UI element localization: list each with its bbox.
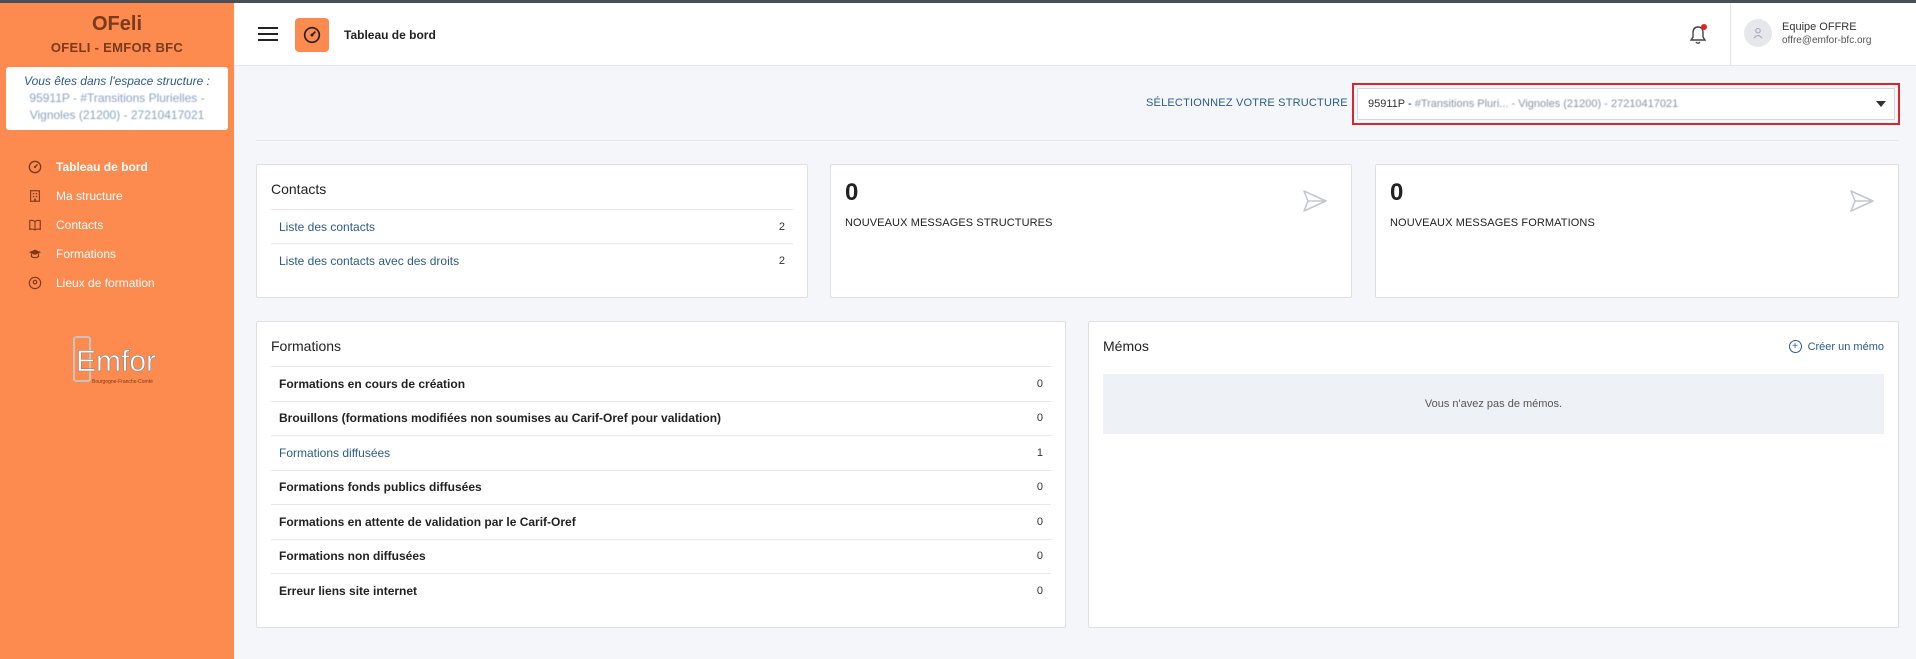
sidebar-item-label: Lieux de formation — [56, 275, 155, 290]
notification-dot — [1701, 24, 1707, 30]
formations-row-label: Formations fonds publics diffusées — [279, 480, 482, 495]
send-icon — [1850, 190, 1874, 212]
sidebar-nav: Tableau de bord Ma structure Contacts Fo… — [0, 152, 234, 297]
page-title: Tableau de bord — [344, 28, 436, 42]
formations-row-label: Formations en attente de validation par … — [279, 514, 576, 529]
sidebar: OFeli OFELI - EMFOR BFC Vous êtes dans l… — [0, 3, 234, 659]
formations-card-title: Formations — [271, 338, 342, 354]
current-structure-value: 95911P - #Transitions Plurielles - Vigno… — [29, 91, 205, 122]
building-icon — [28, 189, 42, 203]
location-pin-icon — [28, 276, 42, 290]
count-value: 0 — [1036, 515, 1043, 528]
list-item[interactable]: Brouillons (formations modifiées non sou… — [271, 400, 1051, 436]
sidebar-item-contacts[interactable]: Contacts — [0, 210, 234, 239]
top-header: Tableau de bord Equipe OFFRE offre@emfor… — [234, 3, 1916, 66]
sidebar-item-tableau-de-bord[interactable]: Tableau de bord — [0, 152, 234, 181]
logo-text: Emfor — [76, 345, 156, 378]
formations-row-label: Brouillons (formations modifiées non sou… — [279, 411, 722, 426]
list-item[interactable]: Formations fonds publics diffusées 0 — [271, 469, 1051, 505]
plus-circle-icon: + — [1788, 340, 1802, 353]
count-value: 2 — [778, 254, 785, 267]
contacts-card-title: Contacts — [271, 181, 327, 197]
message-caption: NOUVEAUX MESSAGES STRUCTURES — [845, 217, 1053, 229]
formation-messages-card[interactable]: 0 NOUVEAUX MESSAGES FORMATIONS — [1375, 164, 1899, 298]
structure-select-value-prefix: 95911P - — [1368, 98, 1412, 110]
count-value: 0 — [1036, 377, 1043, 390]
dashboard-app-icon — [295, 18, 329, 52]
structure-select[interactable]: 95911P - #Transitions Pluri... - Vignole… — [1357, 88, 1895, 120]
create-memo-label: Créer un mémo — [1807, 340, 1884, 353]
formations-row-label: Erreur liens site internet — [279, 583, 418, 598]
user-name: Equipe OFFRE — [1782, 20, 1857, 33]
notification-bell-icon[interactable] — [1688, 24, 1708, 46]
count-value: 0 — [1036, 412, 1043, 425]
sidebar-item-label: Formations — [56, 246, 117, 261]
list-item: Liste des contacts 2 — [271, 209, 793, 243]
list-item[interactable]: Formations diffusées 1 — [271, 435, 1051, 470]
message-count: 0 — [1390, 179, 1404, 206]
structure-select-highlight: 95911P - #Transitions Pluri... - Vignole… — [1352, 83, 1900, 125]
user-email: offre@emfor-bfc.org — [1782, 34, 1872, 46]
send-icon — [1303, 190, 1327, 212]
avatar — [1744, 19, 1772, 47]
structure-select-value: #Transitions Pluri... - Vignoles (21200)… — [1414, 98, 1679, 110]
logo-subtext: Bourgogne-Franche-Comté — [92, 379, 153, 385]
list-item: Liste des contacts avec des droits 2 — [271, 243, 793, 277]
divider — [256, 140, 1898, 141]
sidebar-item-label: Ma structure — [56, 188, 123, 203]
user-menu[interactable]: Equipe OFFRE offre@emfor-bfc.org — [1744, 19, 1871, 47]
count-value: 0 — [1036, 550, 1043, 563]
emfor-logo: Emfor Bourgogne-Franche-Comté — [70, 333, 164, 389]
formations-card: Formations Formations en cours de créati… — [256, 321, 1066, 628]
dashboard-icon — [28, 160, 42, 174]
sidebar-item-lieux-de-formation[interactable]: Lieux de formation — [0, 268, 234, 297]
org-name: OFELI - EMFOR BFC — [50, 40, 184, 55]
chevron-down-icon — [1876, 101, 1886, 107]
sidebar-item-label: Contacts — [56, 217, 104, 232]
address-book-icon — [28, 218, 42, 232]
create-memo-button[interactable]: + Créer un mémo — [1788, 340, 1884, 353]
contacts-with-rights-link[interactable]: Liste des contacts avec des droits — [279, 254, 459, 268]
list-item[interactable]: Formations non diffusées 0 — [271, 538, 1051, 574]
list-item[interactable]: Formations en cours de création 0 — [271, 366, 1051, 401]
graduation-cap-icon — [28, 247, 42, 261]
sidebar-item-ma-structure[interactable]: Ma structure — [0, 181, 234, 210]
count-value: 0 — [1036, 481, 1043, 494]
memos-card: Mémos + Créer un mémo Vous n'avez pas de… — [1088, 321, 1899, 628]
count-value: 1 — [1036, 446, 1043, 459]
list-item[interactable]: Formations en attente de validation par … — [271, 504, 1051, 539]
formations-row-label: Formations non diffusées — [279, 549, 426, 564]
current-structure-label: Vous êtes dans l'espace structure : — [24, 74, 210, 88]
structure-messages-card[interactable]: 0 NOUVEAUX MESSAGES STRUCTURES — [830, 164, 1352, 298]
memos-empty-state: Vous n'avez pas de mémos. — [1103, 374, 1884, 434]
header-divider — [1730, 3, 1731, 66]
message-count: 0 — [845, 179, 859, 206]
structure-select-label: SÉLECTIONNEZ VOTRE STRUCTURE — [1146, 97, 1348, 109]
contacts-card: Contacts Liste des contacts 2 Liste des … — [256, 164, 808, 298]
formations-row-label: Formations en cours de création — [279, 376, 466, 391]
message-caption: NOUVEAUX MESSAGES FORMATIONS — [1390, 217, 1595, 229]
app-name: OFeli — [91, 13, 142, 35]
memos-card-title: Mémos — [1103, 338, 1149, 354]
formations-diffusees-link[interactable]: Formations diffusées — [279, 446, 390, 460]
menu-toggle-icon[interactable] — [258, 27, 278, 43]
sidebar-item-formations[interactable]: Formations — [0, 239, 234, 268]
count-value: 2 — [778, 220, 785, 233]
list-item[interactable]: Erreur liens site internet 0 — [271, 573, 1051, 608]
contacts-list-link[interactable]: Liste des contacts — [279, 220, 375, 234]
count-value: 0 — [1036, 584, 1043, 597]
sidebar-item-label: Tableau de bord — [56, 159, 148, 174]
current-structure-box: Vous êtes dans l'espace structure : 9591… — [6, 67, 228, 130]
